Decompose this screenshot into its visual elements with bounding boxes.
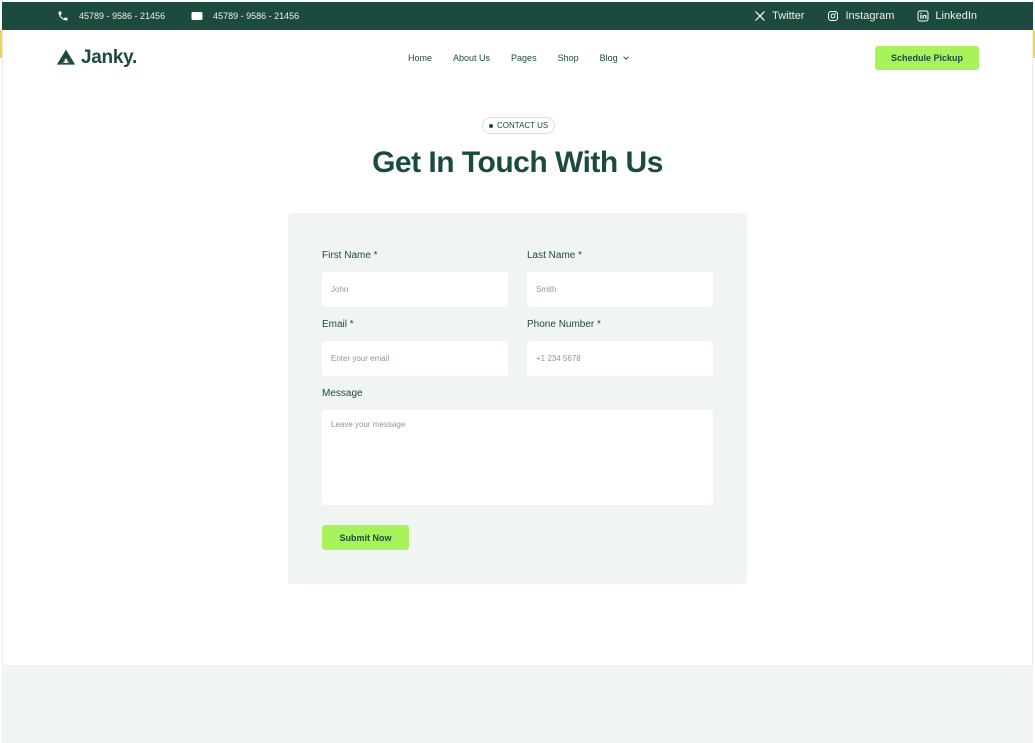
top-bar: 45789 - 9586 - 21456 45789 - 9586 - 2145… — [2, 2, 1033, 30]
last-name-label: Last Name * — [527, 250, 583, 261]
email-label: Email * — [322, 319, 354, 330]
nav-blog[interactable]: Blog — [600, 53, 630, 63]
schedule-pickup-button[interactable]: Schedule Pickup — [875, 46, 979, 70]
topbar-phone[interactable]: 45789 - 9586 - 21456 — [57, 10, 165, 22]
footer-band — [2, 665, 1033, 743]
social-twitter[interactable]: Twitter — [754, 10, 804, 22]
phone-number-label: Phone Number * — [527, 319, 601, 330]
instagram-icon — [827, 10, 839, 22]
topbar-email[interactable]: 45789 - 9586 - 21456 — [191, 10, 299, 22]
nav-blog-label: Blog — [599, 53, 618, 63]
logo-mark-icon — [56, 49, 76, 65]
main-nav: Home About Us Pages Shop Blog — [408, 30, 630, 86]
section-badge: CONTACT US — [482, 117, 556, 134]
social-links: Twitter Instagram LinkedIn — [754, 10, 977, 22]
page-title: Get In Touch With Us — [372, 146, 663, 179]
first-name-label: First Name * — [322, 250, 378, 261]
site-header: Janky. Home About Us Pages Shop Blog Sch… — [2, 30, 1033, 86]
nav-home[interactable]: Home — [408, 53, 432, 63]
nav-about-us[interactable]: About Us — [453, 53, 490, 63]
topbar-phone-text: 45789 - 9586 - 21456 — [79, 11, 166, 21]
topbar-email-text: 45789 - 9586 - 21456 — [213, 11, 300, 21]
linkedin-icon — [917, 10, 929, 22]
nav-shop[interactable]: Shop — [558, 53, 579, 63]
message-field[interactable] — [322, 410, 713, 505]
last-name-field[interactable] — [527, 272, 713, 307]
nav-pages[interactable]: Pages — [511, 53, 537, 63]
chevron-down-icon — [622, 54, 630, 62]
section-badge-text: CONTACT US — [497, 121, 549, 130]
social-instagram-label: Instagram — [845, 10, 895, 22]
logo-text: Janky. — [81, 47, 137, 68]
phone-icon — [57, 10, 69, 22]
email-field[interactable] — [322, 341, 508, 376]
social-twitter-label: Twitter — [772, 10, 805, 22]
badge-dot-icon — [489, 123, 493, 128]
social-linkedin[interactable]: LinkedIn — [917, 10, 977, 22]
phone-number-field[interactable] — [527, 341, 713, 376]
message-label: Message — [322, 388, 363, 399]
mail-icon — [191, 10, 203, 22]
contact-form: First Name * Last Name * Email * Phone N… — [288, 213, 747, 584]
x-icon — [754, 10, 766, 22]
logo[interactable]: Janky. — [56, 47, 137, 69]
submit-button[interactable]: Submit Now — [322, 525, 409, 550]
social-instagram[interactable]: Instagram — [827, 10, 894, 22]
social-linkedin-label: LinkedIn — [935, 10, 977, 22]
first-name-field[interactable] — [322, 272, 508, 307]
